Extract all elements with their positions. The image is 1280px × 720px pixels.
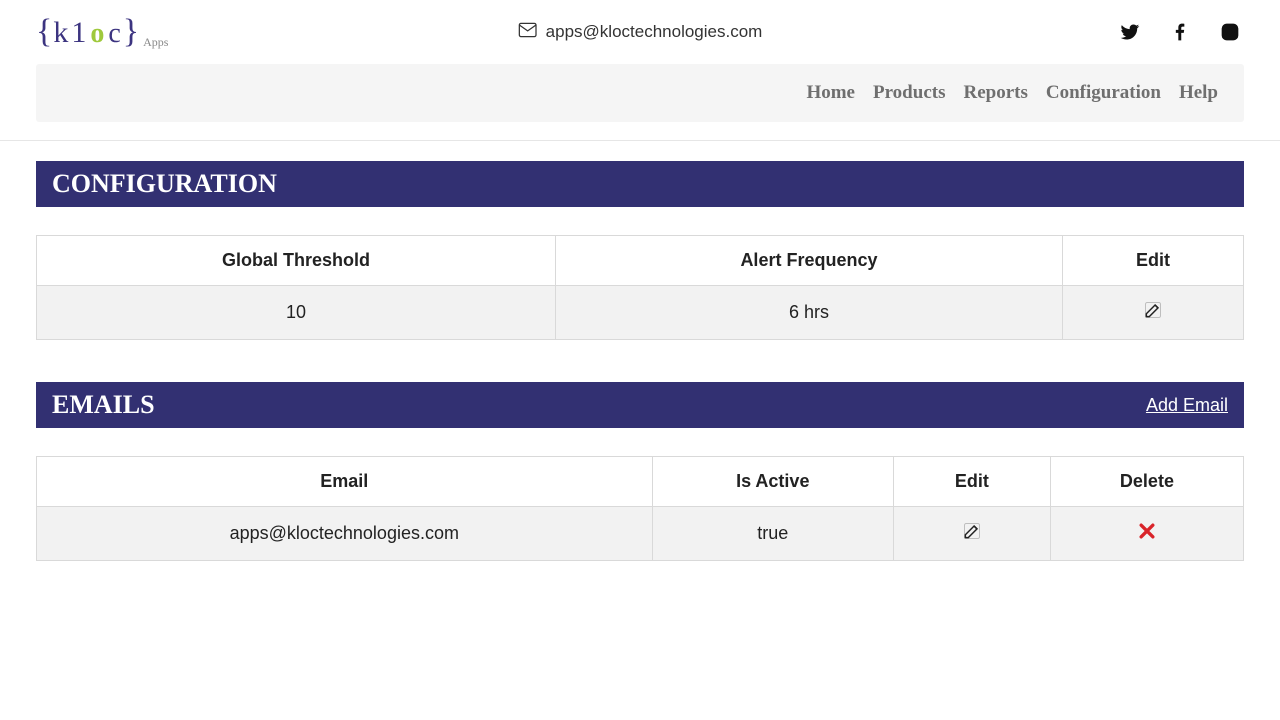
header-email[interactable]: apps@kloctechnologies.com (518, 20, 763, 45)
nav-help[interactable]: Help (1179, 82, 1218, 104)
cell-active: true (652, 507, 893, 561)
cell-email: apps@kloctechnologies.com (37, 507, 653, 561)
nav-home[interactable]: Home (806, 82, 855, 104)
twitter-icon[interactable] (1120, 22, 1140, 42)
delete-button[interactable] (1137, 521, 1157, 541)
section-header-emails: EMAILS Add Email (36, 382, 1244, 428)
main-nav: Home Products Reports Configuration Help (36, 64, 1244, 122)
table-header-row: Email Is Active Edit Delete (37, 457, 1244, 507)
col-is-active: Is Active (652, 457, 893, 507)
col-global-threshold: Global Threshold (37, 236, 556, 286)
col-edit: Edit (893, 457, 1050, 507)
envelope-icon (518, 20, 538, 45)
col-alert-frequency: Alert Frequency (556, 236, 1063, 286)
cell-frequency: 6 hrs (556, 286, 1063, 340)
facebook-icon[interactable] (1170, 22, 1190, 42)
emails-table: Email Is Active Edit Delete apps@kloctec… (36, 456, 1244, 561)
divider (0, 140, 1280, 141)
table-row: 10 6 hrs (37, 286, 1244, 340)
table-row: apps@kloctechnologies.com true (37, 507, 1244, 561)
header-email-text: apps@kloctechnologies.com (546, 22, 763, 42)
section-title: EMAILS (52, 390, 155, 420)
nav-products[interactable]: Products (873, 82, 945, 104)
nav-configuration[interactable]: Configuration (1046, 82, 1161, 104)
social-links (1120, 22, 1240, 42)
add-email-link[interactable]: Add Email (1146, 395, 1228, 416)
section-title: CONFIGURATION (52, 169, 277, 199)
nav-reports[interactable]: Reports (963, 82, 1027, 104)
col-email: Email (37, 457, 653, 507)
table-header-row: Global Threshold Alert Frequency Edit (37, 236, 1244, 286)
col-delete: Delete (1050, 457, 1243, 507)
top-bar: {k1oc}Apps apps@kloctechnologies.com (0, 0, 1280, 64)
instagram-icon[interactable] (1220, 22, 1240, 42)
edit-button[interactable] (962, 521, 982, 541)
edit-button[interactable] (1143, 300, 1163, 320)
logo[interactable]: {k1oc}Apps (36, 13, 168, 51)
cell-threshold: 10 (37, 286, 556, 340)
section-header-configuration: CONFIGURATION (36, 161, 1244, 207)
configuration-table: Global Threshold Alert Frequency Edit 10… (36, 235, 1244, 340)
col-edit: Edit (1062, 236, 1243, 286)
